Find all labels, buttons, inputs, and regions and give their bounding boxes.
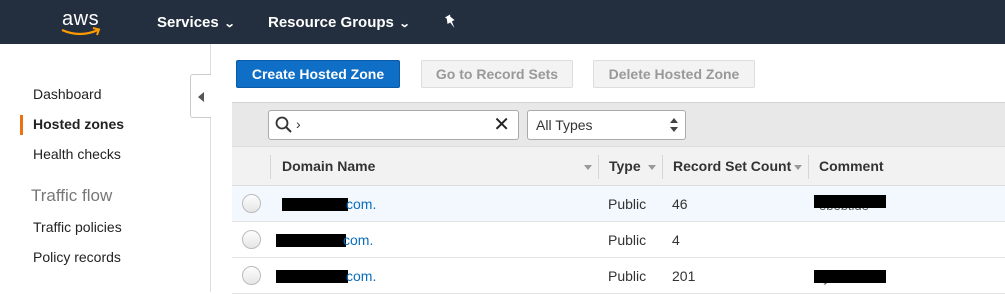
redaction-bar bbox=[814, 270, 886, 283]
record-count-cell: 201 bbox=[672, 268, 696, 284]
hosted-zones-table: › ✕ All Types Domain Name Type Record Se… bbox=[232, 102, 1005, 294]
services-menu[interactable]: Services ⌄ bbox=[157, 14, 236, 31]
filter-bar: › ✕ All Types bbox=[232, 102, 1005, 146]
aws-logo[interactable]: aws bbox=[60, 8, 104, 38]
active-indicator bbox=[20, 115, 23, 135]
table-header: Domain Name Type Record Set Count Commen… bbox=[232, 146, 1005, 186]
redaction-bar bbox=[276, 234, 346, 247]
search-caret-icon: › bbox=[296, 116, 301, 132]
column-record-set-count[interactable]: Record Set Count bbox=[673, 158, 791, 174]
row-select-radio[interactable] bbox=[242, 230, 261, 249]
type-filter-value: All Types bbox=[536, 117, 593, 133]
go-to-record-sets-button[interactable]: Go to Record Sets bbox=[421, 60, 573, 88]
column-separator bbox=[598, 155, 599, 179]
domain-link[interactable]: com. bbox=[346, 268, 376, 284]
collapse-sidebar-button[interactable] bbox=[190, 74, 211, 118]
type-cell: Public bbox=[608, 268, 647, 284]
resource-groups-menu[interactable]: Resource Groups ⌄ bbox=[268, 14, 411, 31]
column-separator bbox=[270, 155, 271, 179]
sidebar-item-health-checks[interactable]: Health checks bbox=[33, 146, 121, 162]
type-cell: Public bbox=[608, 232, 647, 248]
sort-arrow-icon[interactable] bbox=[794, 165, 802, 170]
column-separator bbox=[662, 155, 663, 179]
pin-icon[interactable] bbox=[444, 14, 458, 35]
sidebar-item-traffic-policies[interactable]: Traffic policies bbox=[33, 219, 122, 235]
sidebar: Dashboard Hosted zones Health checks Tra… bbox=[0, 44, 211, 292]
select-arrows-icon bbox=[670, 118, 678, 132]
sidebar-item-hosted-zones[interactable]: Hosted zones bbox=[33, 116, 124, 132]
sidebar-item-dashboard[interactable]: Dashboard bbox=[33, 86, 102, 102]
table-row[interactable]: com. Public 46 ebebtide bbox=[232, 186, 1005, 222]
aws-smile-icon bbox=[61, 27, 101, 36]
collapse-arrow-icon bbox=[198, 92, 204, 102]
sidebar-section-traffic-flow: Traffic flow bbox=[31, 186, 113, 205]
column-comment[interactable]: Comment bbox=[819, 158, 884, 174]
table-row[interactable]: com. Public 201 ryenbeba bbox=[232, 258, 1005, 294]
chevron-down-icon: ⌄ bbox=[398, 18, 411, 30]
row-select-radio[interactable] bbox=[242, 194, 261, 213]
sort-arrow-icon[interactable] bbox=[584, 165, 592, 170]
search-icon bbox=[275, 116, 292, 133]
sidebar-item-policy-records[interactable]: Policy records bbox=[33, 249, 121, 265]
clear-search-icon[interactable]: ✕ bbox=[493, 114, 510, 136]
domain-link[interactable]: com. bbox=[343, 232, 373, 248]
sort-arrow-icon[interactable] bbox=[648, 165, 656, 170]
chevron-down-icon: ⌄ bbox=[223, 18, 236, 30]
column-domain-name[interactable]: Domain Name bbox=[282, 158, 375, 174]
redaction-bar bbox=[814, 195, 886, 208]
resource-groups-label: Resource Groups bbox=[268, 14, 394, 31]
row-select-radio[interactable] bbox=[242, 266, 261, 285]
column-separator bbox=[808, 155, 809, 179]
top-navigation-bar: aws Services ⌄ Resource Groups ⌄ bbox=[0, 0, 1005, 44]
redaction-bar bbox=[276, 270, 348, 283]
type-cell: Public bbox=[608, 196, 647, 212]
services-label: Services bbox=[157, 14, 219, 31]
search-input[interactable]: › ✕ bbox=[268, 110, 519, 140]
type-filter-select[interactable]: All Types bbox=[527, 110, 686, 140]
redaction-bar bbox=[282, 198, 348, 211]
record-count-cell: 4 bbox=[672, 232, 680, 248]
record-count-cell: 46 bbox=[672, 196, 688, 212]
delete-hosted-zone-button[interactable]: Delete Hosted Zone bbox=[593, 60, 755, 88]
column-type[interactable]: Type bbox=[609, 158, 641, 174]
create-hosted-zone-button[interactable]: Create Hosted Zone bbox=[236, 60, 400, 88]
domain-link[interactable]: com. bbox=[346, 196, 376, 212]
table-row[interactable]: com. Public 4 bbox=[232, 222, 1005, 258]
